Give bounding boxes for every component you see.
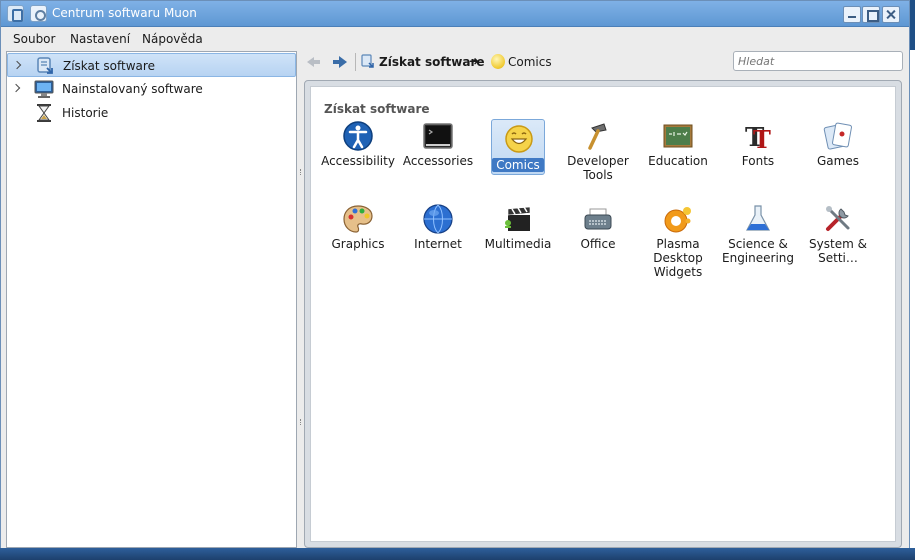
sidebar-item-label: Získat software [63,59,155,73]
panel-splitter[interactable] [299,51,303,548]
category-accessories[interactable]: Accessories [398,117,478,187]
app-icon[interactable] [7,5,24,22]
category-label: Plasma Desktop Widgets [653,237,703,279]
category-science-engineering[interactable]: Science & Engineering [718,200,798,270]
sidebar-item-nainstalovany-software[interactable]: Nainstalovaný software [7,77,296,101]
section-title: Získat software [324,102,430,116]
forward-arrow-icon[interactable] [332,54,348,70]
typewriter-icon [584,208,612,230]
plasma-icon [664,207,691,233]
expand-arrow-icon[interactable] [13,84,21,92]
hammer-icon [588,123,607,150]
desktop-edge [910,50,915,560]
maximize-button[interactable] [862,6,880,23]
category-label: Graphics [331,237,385,251]
category-games[interactable]: Games [798,117,878,187]
get-software-icon[interactable] [361,54,375,69]
titlebar[interactable]: Centrum softwaru Muon [1,1,909,27]
category-fonts[interactable]: T T Fonts [718,117,798,187]
category-label: Games [817,154,859,168]
cards-icon [823,122,852,150]
category-label: System & Setti… [809,237,867,265]
sidebar-item-label: Nainstalovaný software [62,82,203,96]
category-panel: Získat software Accessibility Accessorie… [304,80,902,548]
window-title: Centrum softwaru Muon [52,6,197,20]
close-button[interactable] [882,6,900,23]
globe-icon [423,204,453,234]
category-label: Internet [414,237,462,251]
svg-text:T: T [753,125,771,152]
chalkboard-icon [663,124,693,148]
menu-napoveda[interactable]: Nápověda [142,32,203,46]
navigation-toolbar: Získat software ➜ Comics [303,51,909,73]
category-accessibility[interactable]: Accessibility [318,117,398,187]
terminal-icon [423,123,453,149]
breadcrumb-current[interactable]: Comics [508,55,552,69]
sidebar-item-historie[interactable]: Historie [7,101,296,125]
category-label: Fonts [741,154,775,168]
palette-icon [343,205,373,233]
category-label: Developer Tools [567,154,629,182]
window-menu-icon[interactable] [30,5,47,22]
sidebar-item-label: Historie [62,106,109,120]
category-comics[interactable]: Comics [491,119,545,175]
accessibility-icon [343,121,373,151]
smiley-icon [505,125,533,153]
category-view: Získat software Accessibility Accessorie… [310,86,896,542]
sidebar: Získat software Nainstalovaný software H… [6,51,297,548]
menu-soubor[interactable]: Soubor [13,32,55,46]
breadcrumb-separator: ➜ [469,54,480,68]
minimize-button[interactable] [843,6,861,23]
category-label: Office [580,237,616,251]
flask-icon [746,205,770,231]
category-label: Comics [492,158,544,172]
search-input[interactable] [734,52,894,70]
tools-icon [826,206,850,231]
font-icon: T T [745,123,771,152]
category-education[interactable]: Education [638,117,718,187]
sidebar-item-ziskat-software[interactable]: Získat software [7,53,296,77]
toolbar-separator [355,53,356,71]
hourglass-icon [37,104,51,122]
clapperboard-icon [505,206,531,231]
menubar: Soubor Nastavení Nápověda [1,27,909,50]
category-system-settings[interactable]: System & Setti… [798,200,878,270]
desktop-taskbar [0,548,915,560]
main-window: Centrum softwaru Muon Soubor Nastavení N… [0,0,910,556]
category-label: Multimedia [484,237,552,251]
category-label: Science & Engineering [722,237,794,265]
category-office[interactable]: Office [558,200,638,270]
category-internet[interactable]: Internet [398,200,478,270]
category-label: Accessories [402,154,474,168]
category-plasma-desktop-widgets[interactable]: Plasma Desktop Widgets [638,200,718,279]
get-software-icon [37,57,53,74]
category-developer-tools[interactable]: Developer Tools [558,117,638,187]
category-multimedia[interactable]: Multimedia [478,200,558,270]
menu-nastaveni[interactable]: Nastavení [70,32,130,46]
category-label: Education [648,154,708,168]
search-box[interactable] [733,51,903,71]
category-label: Accessibility [321,154,395,168]
back-arrow-icon[interactable] [306,54,322,70]
expand-arrow-icon[interactable] [14,61,22,69]
category-graphics[interactable]: Graphics [318,200,398,270]
smiley-icon[interactable] [491,54,505,69]
monitor-icon [34,80,54,98]
